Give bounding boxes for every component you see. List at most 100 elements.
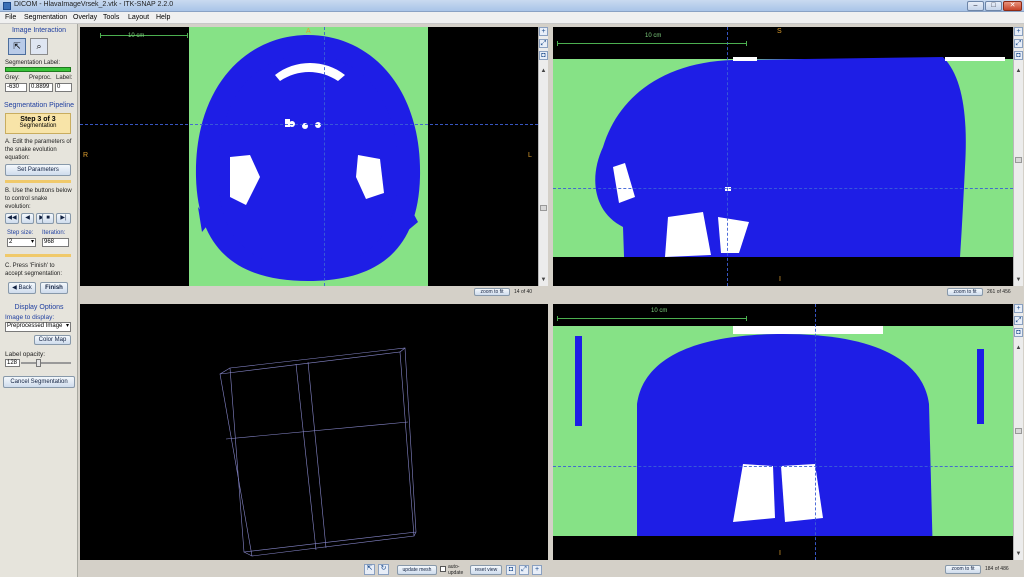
stop-button[interactable]: ■ [42,213,54,224]
back-arrow-icon: ◀ [12,285,17,291]
image-to-display-caption: Image to display: [5,314,55,321]
menu-help[interactable]: Help [156,14,170,21]
color-map-button[interactable]: Color Map [34,335,71,345]
sagittal-status-strip: zoom to fit 261 of 456 [553,287,1024,297]
slice-indicator: 261 of 456 [987,289,1011,295]
scale-label: 10 cm [645,33,662,39]
plus-icon[interactable]: + [1014,304,1023,313]
slice-indicator: 184 of 486 [985,566,1009,572]
camera-icon[interactable]: ◘ [506,565,516,575]
camera-icon[interactable]: ◘ [539,51,548,60]
set-parameters-button[interactable]: Set Parameters [5,164,71,176]
segmentation-label-caption: Segmentation Label: [5,60,61,66]
update-mesh-button[interactable]: update mesh [397,565,437,575]
zoom-tool-icon[interactable]: ⌕ [30,38,48,55]
menu-layout[interactable]: Layout [128,14,149,21]
reset-view-button[interactable]: reset view [470,565,502,575]
camera-icon[interactable]: ◘ [1014,328,1023,337]
axial-scrollbar[interactable]: + ⤢ ◘ ▲ ▼ [538,27,548,286]
auto-update-checkbox[interactable] [440,566,446,572]
image-display-value: Preprocessed Image [7,323,63,329]
menu-tools[interactable]: Tools [103,14,119,21]
scroll-down-icon[interactable]: ▼ [1014,550,1023,559]
expand-icon[interactable]: ⤢ [1014,316,1023,325]
image-display-select[interactable]: Preprocessed Image ▾ [5,322,71,332]
axial-view[interactable]: 10 cm A R L [80,27,538,286]
scroll-thumb[interactable] [1015,428,1022,434]
sagittal-view[interactable]: 10 cm S I [553,27,1013,286]
chevron-down-icon: ▾ [65,323,69,329]
step-name: Segmentation [19,123,57,129]
finish-button[interactable]: Finish [40,282,68,294]
separator [5,180,71,183]
scale-bar [557,316,747,321]
opacity-value: 128 [5,359,20,367]
scroll-down-icon[interactable]: ▼ [539,276,548,285]
plus-icon[interactable]: + [1014,27,1023,36]
minimize-button[interactable]: – [967,1,984,11]
segmentation-label-color[interactable] [5,67,71,72]
camera-icon[interactable]: ◘ [1014,51,1023,60]
opacity-slider-handle[interactable] [36,359,41,367]
step-back-button[interactable]: ◀ [21,213,34,224]
menu-segmentation[interactable]: Segmentation [24,14,67,21]
crosshair-vertical [815,304,816,560]
zoom-to-fit-button[interactable]: zoom to fit [474,288,510,296]
maximize-button[interactable]: □ [985,1,1002,11]
axial-status-strip: zoom to fit 14 of 40 [80,287,548,297]
title-bar: DICOM - HlavaImageVrsek_2.vtk - ITK-SNAP… [0,0,1024,12]
preproc-value: 0.8899 [29,83,53,92]
scroll-up-icon[interactable]: ▲ [1014,67,1023,76]
menu-overlay[interactable]: Overlay [73,14,97,21]
menu-file[interactable]: File [5,14,16,21]
crosshair-tool-icon[interactable]: ⇱ [8,38,26,55]
orientation-bottom: I [779,550,781,557]
pipeline-heading: Segmentation Pipeline [3,102,75,109]
iteration-caption: Iteration: [42,230,66,236]
step-forward-button[interactable]: ▶| [56,213,71,224]
back-button[interactable]: ◀ Back [8,282,36,294]
coronal-view[interactable]: 10 cm I [553,304,1013,560]
label-caption: Label: [56,75,73,81]
zoom-to-fit-button[interactable]: zoom to fit [945,565,981,574]
rotate-tool-icon[interactable]: ↻ [378,564,389,575]
crosshair-horizontal [553,188,1013,189]
zoom-to-fit-button[interactable]: zoom to fit [947,288,983,296]
coronal-status-strip: zoom to fit 184 of 486 [553,563,1024,577]
plus-icon[interactable]: + [532,565,542,575]
grey-caption: Grey: [5,75,20,81]
coronal-scrollbar[interactable]: + ⤢ ◘ ▲ ▼ [1013,304,1023,560]
scroll-up-icon[interactable]: ▲ [539,67,548,76]
iteration-value: 968 [42,238,69,247]
step-size-select[interactable]: 2 ▾ [7,238,36,247]
sagittal-scrollbar[interactable]: + ⤢ ◘ ▲ ▼ [1013,27,1023,286]
mesh-tool-icon[interactable]: ⇱ [364,564,375,575]
scale-bar [557,41,747,46]
scale-label: 10 cm [651,308,668,314]
scroll-up-icon[interactable]: ▲ [1014,344,1023,353]
left-panel: Image Interaction ⇱ ⌕ Segmentation Label… [0,24,78,577]
orientation-left: R [83,152,89,159]
separator [5,254,71,257]
scroll-thumb[interactable] [540,205,547,211]
coronal-image [553,326,1013,560]
3d-status-strip: ⇱ ↻ update mesh auto-update reset view ◘… [80,563,548,577]
grey-value: -630 [5,83,27,92]
opacity-slider-track[interactable] [21,362,71,364]
close-button[interactable]: ✕ [1003,1,1022,11]
expand-icon[interactable]: ⤢ [539,39,548,48]
expand-icon[interactable]: ⤢ [519,565,529,575]
step-box: Step 3 of 3 Segmentation [5,113,71,134]
3d-view[interactable] [80,304,548,560]
crosshair-vertical [324,27,325,286]
cancel-segmentation-button[interactable]: Cancel Segmentation [3,376,75,388]
orientation-right: L [528,152,532,159]
rewind-button[interactable]: ◀◀ [5,213,19,224]
scroll-thumb[interactable] [1015,157,1022,163]
3d-mesh-wireframe [219,347,417,557]
expand-icon[interactable]: ⤢ [1014,39,1023,48]
control-snake-text: B. Use the buttons below to control snak… [5,188,72,210]
scroll-down-icon[interactable]: ▼ [1014,276,1023,285]
plus-icon[interactable]: + [539,27,548,36]
orientation-bottom: I [779,276,781,283]
